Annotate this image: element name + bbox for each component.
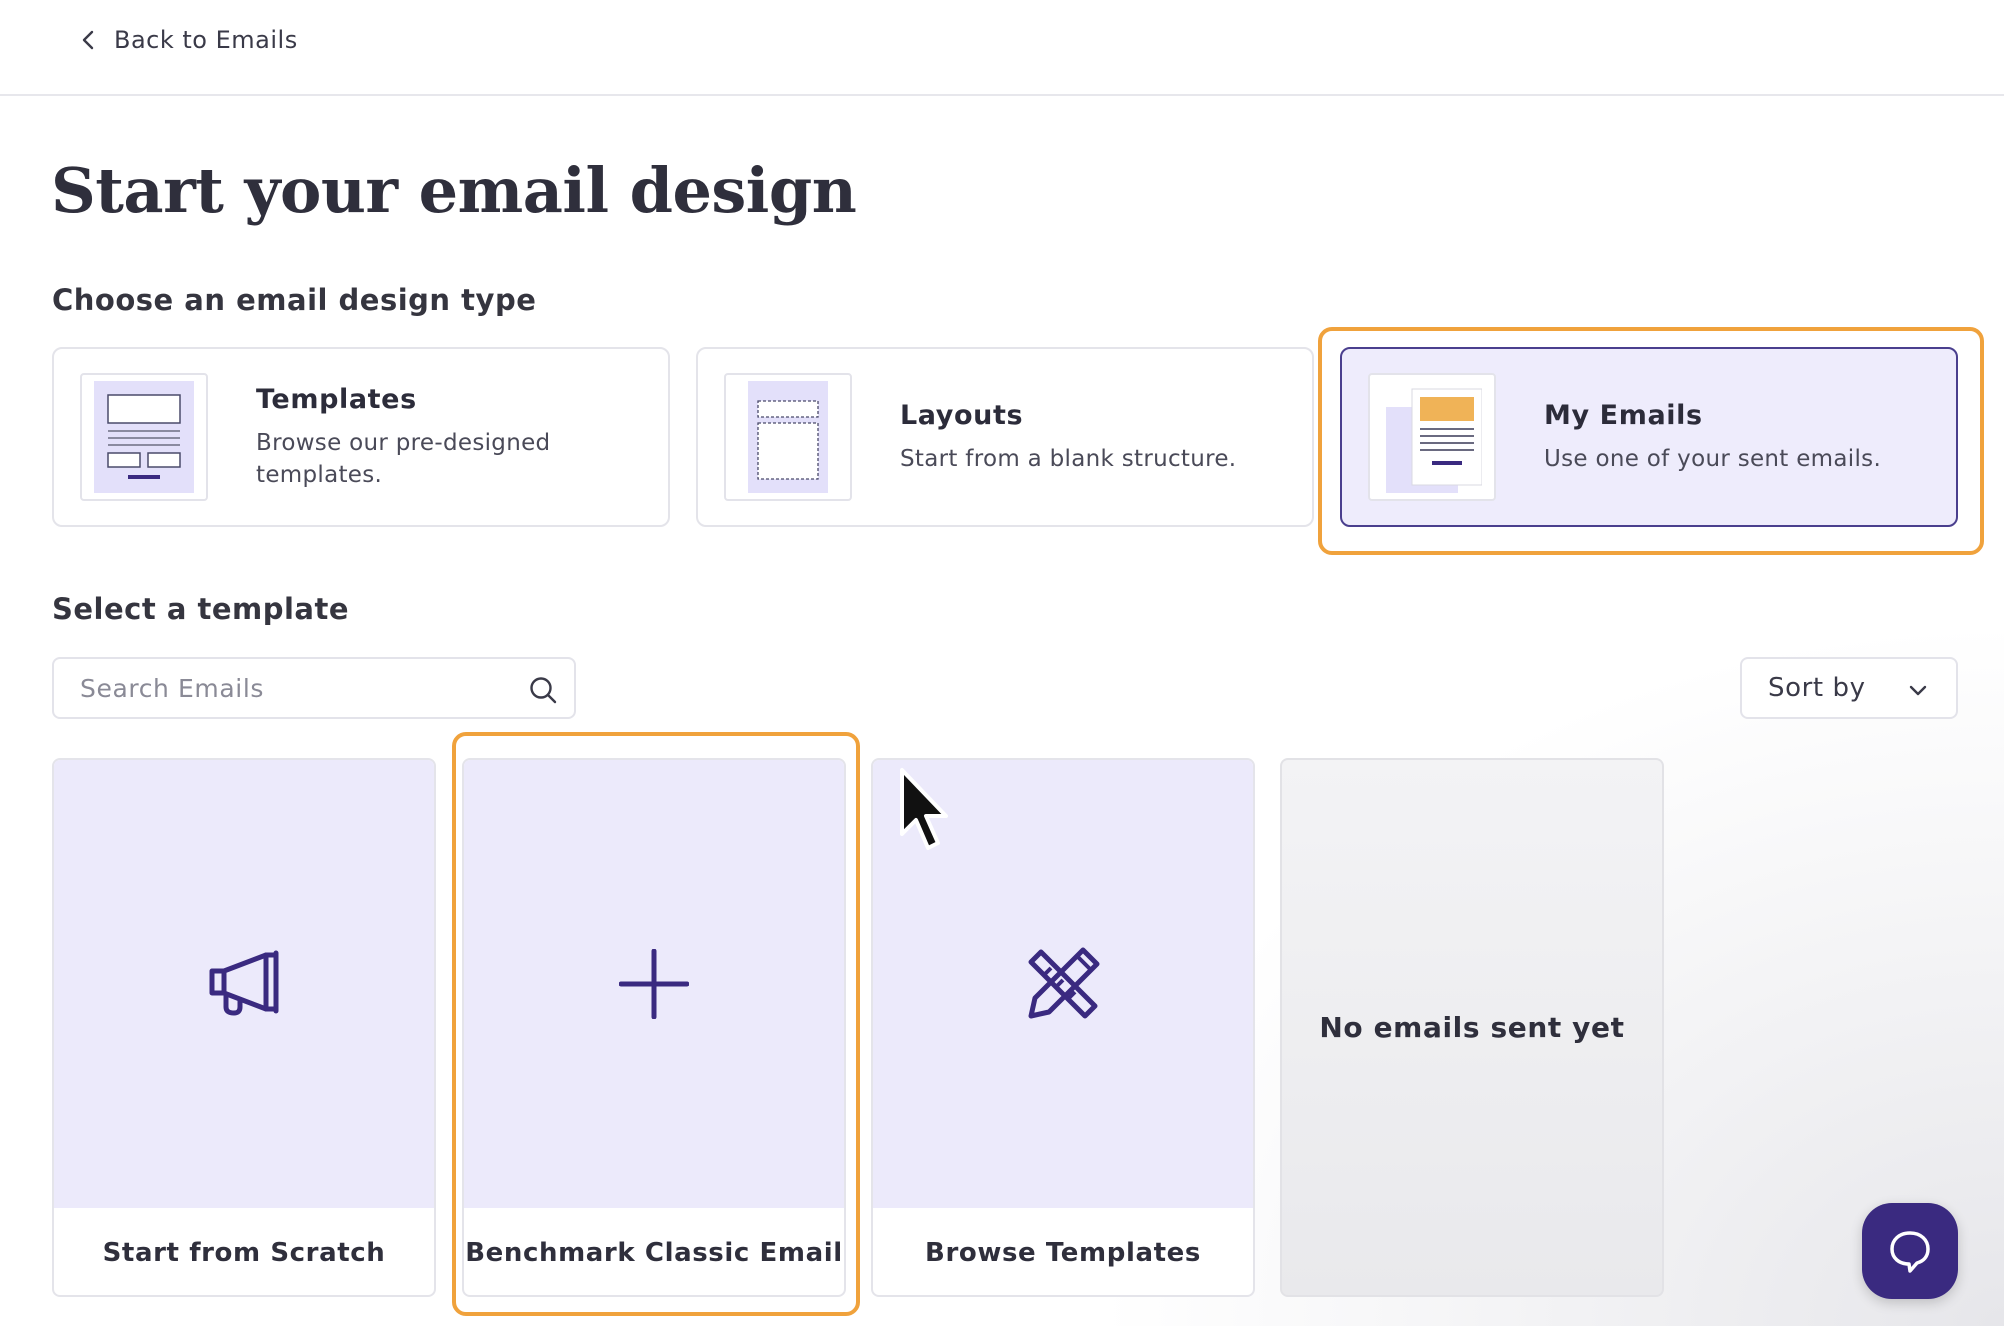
layouts-title: Layouts (900, 399, 1024, 431)
templates-icon (94, 381, 194, 493)
search-icon[interactable] (528, 675, 558, 705)
start-from-scratch-label: Start from Scratch (102, 1237, 386, 1268)
search-emails-input[interactable] (80, 673, 500, 703)
page-title: Start your email design (51, 154, 857, 227)
top-bar: Back to Emails (0, 0, 2004, 96)
search-emails-box[interactable] (52, 657, 576, 719)
layouts-description: Start from a blank structure. (900, 445, 1237, 472)
back-link-label: Back to Emails (114, 26, 298, 54)
no-emails-placeholder: No emails sent yet (1280, 758, 1664, 1297)
start-from-scratch-card[interactable]: Start from Scratch (52, 758, 436, 1297)
my-emails-icon (1386, 388, 1482, 493)
my-emails-thumbnail (1368, 373, 1496, 501)
start-from-scratch-preview (54, 760, 434, 1208)
chevron-down-icon (1909, 685, 1927, 696)
sort-by-label: Sort by (1768, 673, 1866, 703)
plus-icon (619, 949, 689, 1019)
layouts-icon (748, 381, 828, 493)
templates-description: Browse our pre-designed templates. (256, 429, 551, 488)
select-template-heading: Select a template (52, 592, 350, 626)
layouts-thumbnail (724, 373, 852, 501)
templates-thumbnail (80, 373, 208, 501)
chat-support-button[interactable] (1862, 1203, 1958, 1299)
chat-bubble-icon (1890, 1231, 1930, 1273)
sort-by-dropdown[interactable]: Sort by (1740, 657, 1958, 719)
design-type-my-emails-card[interactable]: My Emails Use one of your sent emails. (1340, 347, 1958, 527)
browse-templates-label: Browse Templates (925, 1237, 1201, 1268)
browse-templates-card[interactable]: Browse Templates (871, 758, 1255, 1297)
my-emails-title: My Emails (1544, 399, 1703, 431)
design-type-layouts-card[interactable]: Layouts Start from a blank structure. (696, 347, 1314, 527)
design-type-templates-card[interactable]: Templates Browse our pre-designed templa… (52, 347, 670, 527)
no-emails-message: No emails sent yet (1319, 1011, 1625, 1044)
pencil-ruler-icon (1028, 947, 1100, 1019)
back-to-emails-link[interactable]: Back to Emails (78, 22, 298, 58)
browse-templates-preview (873, 760, 1253, 1208)
templates-title: Templates (256, 383, 417, 415)
benchmark-classic-email-preview (464, 760, 844, 1208)
design-type-heading: Choose an email design type (52, 283, 537, 317)
chevron-left-icon (82, 30, 94, 50)
megaphone-icon (209, 950, 279, 1016)
benchmark-classic-email-card[interactable]: Benchmark Classic Email (462, 758, 846, 1297)
my-emails-description: Use one of your sent emails. (1544, 445, 1882, 472)
benchmark-classic-email-label: Benchmark Classic Email (465, 1237, 843, 1268)
